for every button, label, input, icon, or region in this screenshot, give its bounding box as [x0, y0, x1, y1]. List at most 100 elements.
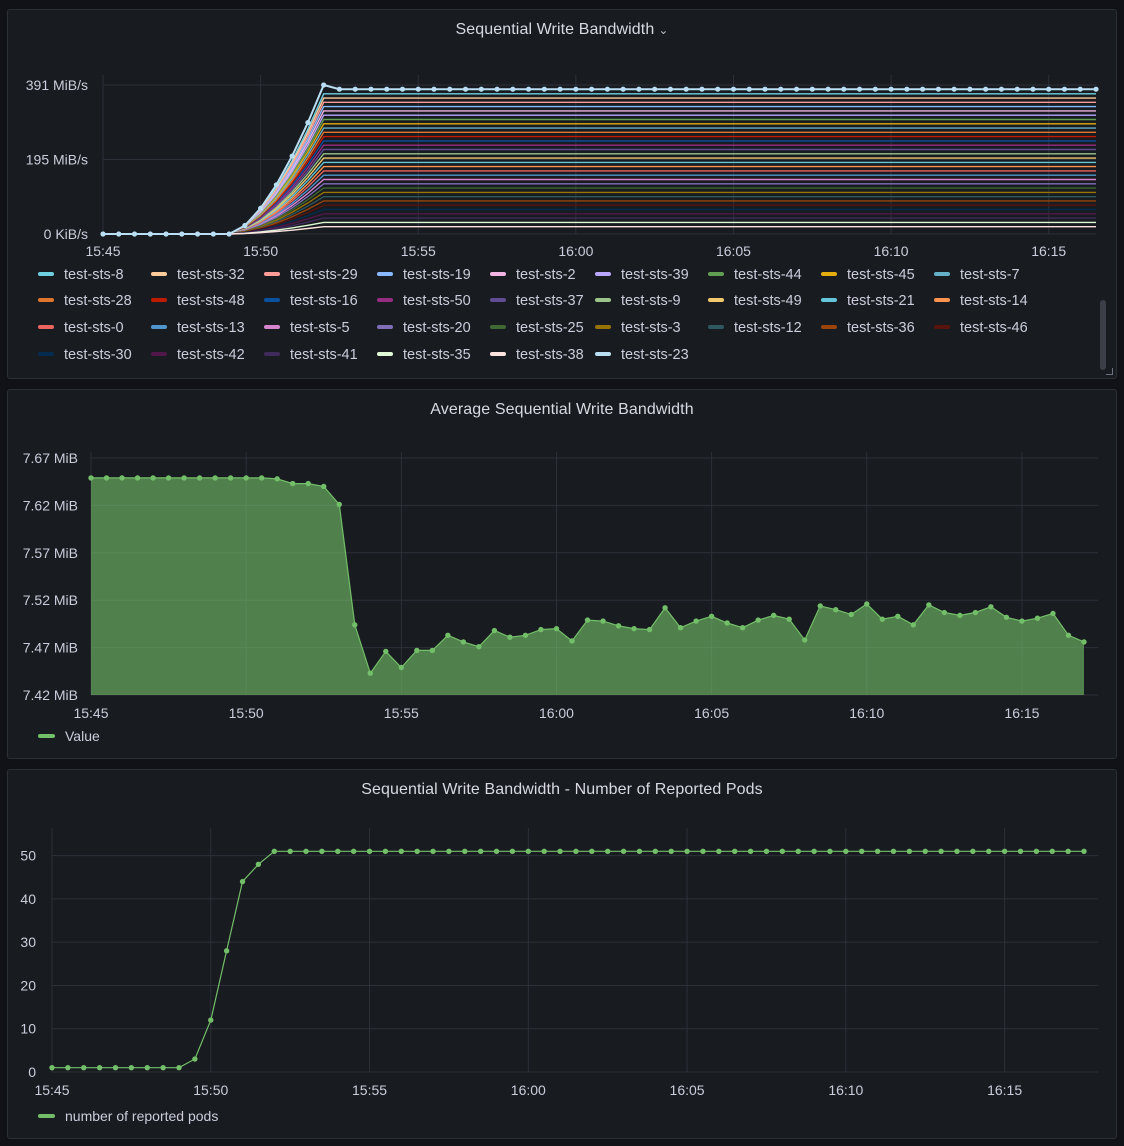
legend-item-test-sts-20[interactable]: test-sts-20: [377, 320, 471, 336]
legend-item-test-sts-42[interactable]: test-sts-42: [151, 347, 245, 363]
legend-item-test-sts-16[interactable]: test-sts-16: [264, 293, 358, 309]
data-point: [305, 480, 311, 487]
legend-item-test-sts-19[interactable]: test-sts-19: [377, 267, 471, 283]
legend-item-test-sts-37[interactable]: test-sts-37: [490, 293, 584, 309]
data-point: [827, 848, 833, 855]
y-tick-label: 7.42 MiB: [23, 687, 78, 703]
data-point: [384, 86, 390, 92]
legend-item-test-sts-0[interactable]: test-sts-0: [38, 320, 124, 336]
data-point: [96, 1064, 103, 1071]
legend-item-test-sts-41[interactable]: test-sts-41: [264, 347, 358, 363]
data-point: [573, 848, 579, 855]
data-point: [368, 86, 374, 92]
legend-item-test-sts-36[interactable]: test-sts-36: [821, 320, 915, 336]
x-tick-label: 16:00: [558, 243, 593, 259]
data-point: [119, 475, 125, 481]
data-point: [700, 848, 706, 855]
legend-label: test-sts-50: [403, 293, 471, 309]
data-point: [833, 606, 839, 613]
legend-item-test-sts-39[interactable]: test-sts-39: [595, 267, 689, 283]
legend-item-test-sts-35[interactable]: test-sts-35: [377, 347, 471, 363]
data-point: [103, 475, 110, 481]
data-point: [779, 848, 786, 855]
data-point: [522, 632, 529, 638]
data-point: [811, 848, 817, 855]
data-point: [258, 205, 264, 211]
legend-item-test-sts-32[interactable]: test-sts-32: [151, 267, 245, 283]
data-point: [493, 848, 500, 855]
legend-item-test-sts-7[interactable]: test-sts-7: [934, 267, 1020, 283]
legend-swatch: [38, 298, 54, 303]
data-point: [708, 613, 715, 620]
legend-item-test-sts-3[interactable]: test-sts-3: [595, 320, 681, 336]
data-point: [938, 848, 944, 855]
data-point: [112, 1064, 119, 1071]
legend-item-test-sts-45[interactable]: test-sts-45: [821, 267, 915, 283]
legend-scrollbar[interactable]: [1100, 300, 1106, 370]
legend-item-test-sts-5[interactable]: test-sts-5: [264, 320, 350, 336]
chart-number-of-reported-pods: 50 40 30 20 10 0 15:45 15:50 15:55 16:00 16:05 16:1…: [20, 828, 1098, 1124]
legend-item-test-sts-2[interactable]: test-sts-2: [490, 267, 576, 283]
legend-label: test-sts-35: [403, 347, 471, 363]
legend-item-test-sts-9[interactable]: test-sts-9: [595, 293, 681, 309]
data-point: [116, 231, 122, 237]
legend-item-test-sts-28[interactable]: test-sts-28: [38, 293, 132, 309]
resize-handle[interactable]: [1106, 368, 1113, 375]
data-point: [1077, 86, 1083, 92]
legend-item-test-sts-48[interactable]: test-sts-48: [151, 293, 245, 309]
data-point: [604, 848, 611, 855]
legend-item-test-sts-29[interactable]: test-sts-29: [264, 267, 358, 283]
legend-label: test-sts-45: [847, 267, 915, 283]
legend-item-test-sts-14[interactable]: test-sts-14: [934, 293, 1028, 309]
data-point: [525, 848, 532, 855]
data-point: [255, 861, 262, 867]
chart-sequential-write-bandwidth: 391 MiB/s 195 MiB/s 0 KiB/s15:45 15:50 15:55…: [26, 75, 1099, 259]
data-point: [795, 848, 801, 855]
legend-item-test-sts-21[interactable]: test-sts-21: [821, 293, 915, 309]
legend-swatch: [708, 298, 724, 303]
data-point: [383, 648, 389, 655]
legend-item-test-sts-44[interactable]: test-sts-44: [708, 267, 802, 283]
data-point: [287, 848, 293, 855]
legend-item-test-sts-38[interactable]: test-sts-38: [490, 347, 584, 363]
legend-item-test-sts-49[interactable]: test-sts-49: [708, 293, 802, 309]
data-point: [194, 231, 201, 237]
data-point: [477, 848, 484, 855]
legend-label: test-sts-8: [64, 267, 124, 283]
data-point: [1061, 86, 1068, 92]
data-point: [165, 475, 172, 481]
legend-label: test-sts-37: [516, 293, 584, 309]
y-tick-label: 40: [20, 891, 36, 907]
legend-swatch: [38, 352, 54, 357]
legend-label: test-sts-29: [290, 267, 358, 283]
legend-label: test-sts-5: [290, 320, 350, 336]
legend-item-test-sts-13[interactable]: test-sts-13: [151, 320, 245, 336]
legend-item-test-sts-8[interactable]: test-sts-8: [38, 267, 124, 283]
data-point: [872, 86, 878, 92]
legend-item-test-sts-23[interactable]: test-sts-23: [595, 347, 689, 363]
legend-label: test-sts-28: [64, 293, 132, 309]
legend-swatch: [490, 298, 506, 303]
legend-item-test-sts-12[interactable]: test-sts-12: [708, 320, 802, 336]
legend-label: test-sts-36: [847, 320, 915, 336]
legend-swatch: [151, 352, 167, 357]
legend-item-test-sts-46[interactable]: test-sts-46: [934, 320, 1028, 336]
data-point: [49, 1064, 55, 1071]
data-point: [150, 475, 156, 481]
x-tick-label: 16:10: [874, 243, 909, 259]
legend-item-test-sts-50[interactable]: test-sts-50: [377, 293, 471, 309]
data-point: [557, 86, 563, 92]
data-point: [1093, 86, 1099, 92]
x-tick-label: 16:10: [849, 705, 884, 721]
data-point: [879, 616, 885, 622]
legend-item-test-sts-30[interactable]: test-sts-30: [38, 347, 132, 363]
data-point: [509, 848, 516, 855]
series-area-Value: [91, 477, 1084, 695]
data-point: [636, 848, 643, 855]
y-tick-label: 7.52 MiB: [23, 592, 78, 608]
legend-item-test-sts-25[interactable]: test-sts-25: [490, 320, 584, 336]
data-point: [192, 1056, 198, 1062]
chart-average-sequential-write-bandwidth: 7.67 MiB 7.62 MiB 7.57 MiB 7.52 MiB 7.47 MiB…: [23, 450, 1098, 744]
data-point: [1065, 848, 1071, 855]
data-point: [817, 603, 823, 609]
